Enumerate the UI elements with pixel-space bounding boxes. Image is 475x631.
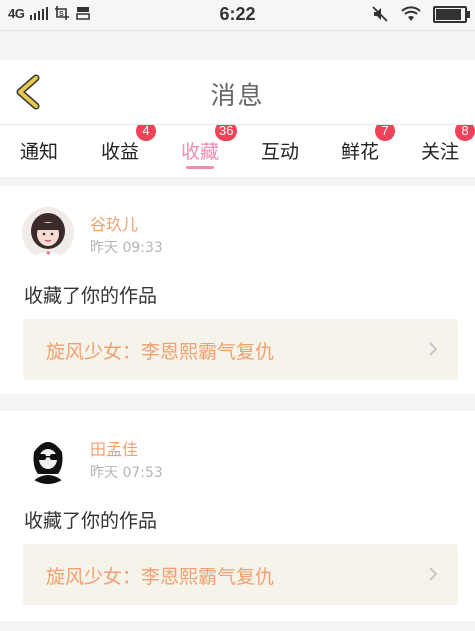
chevron-right-icon [429,342,438,356]
tab-label: 收益 [101,141,140,163]
message-card: 田孟佳 昨天 07:53 收藏了你的作品 旋风少女：李恩熙霸气复仇 [0,411,475,621]
unread-badge: 36 [215,125,238,141]
work-title: 旋风少女：李恩熙霸气复仇 [46,566,275,588]
avatar[interactable]: ♥ [22,207,74,259]
tab-label: 关注 [421,141,460,163]
tab-label: 收藏 [181,141,220,163]
battery-icon [433,5,470,23]
timestamp: 昨天 09:33 [90,240,163,256]
username[interactable]: 田孟佳 [90,436,138,460]
tab-label: 互动 [261,141,300,163]
unread-badge: 8 [455,125,475,141]
tab-label: 通知 [20,141,59,163]
chevron-right-icon [429,567,438,581]
unread-badge: 4 [136,125,156,141]
active-tab-indicator [186,166,214,169]
tab-interactions[interactable]: 互动 [261,125,321,177]
action-text: 收藏了你的作品 [24,510,158,532]
tab-follows[interactable]: 关注 8 [421,125,475,177]
tab-flowers[interactable]: 鲜花 7 [341,125,421,177]
work-title: 旋风少女：李恩熙霸气复仇 [46,341,275,363]
timestamp: 昨天 07:53 [90,465,163,481]
user-avatar-image [22,432,74,484]
message-card: ♥ 谷玖儿 昨天 09:33 收藏了你的作品 旋风少女：李恩熙霸气复仇 [0,186,475,394]
tab-favorites[interactable]: 收藏 36 [181,125,261,177]
mute-icon [372,6,388,22]
svg-text:♥: ♥ [46,251,51,257]
status-bar: 4G S 6:22 [0,0,475,31]
work-link[interactable]: 旋风少女：李恩熙霸气复仇 [23,319,458,380]
username[interactable]: 谷玖儿 [90,211,138,235]
header-bar: 消息 [0,60,475,124]
tab-bar: 通知 收益 4 收藏 36 互动 鲜花 7 关注 8 [0,124,475,177]
work-link[interactable]: 旋风少女：李恩熙霸气复仇 [23,544,458,605]
wifi-icon [401,6,421,21]
unread-badge: 7 [375,125,395,141]
page-title: 消息 [210,81,265,110]
tab-earnings[interactable]: 收益 4 [101,125,181,177]
tab-label: 鲜花 [341,141,380,163]
tab-notifications[interactable]: 通知 [20,125,60,177]
action-text: 收藏了你的作品 [24,285,158,307]
status-right [371,5,470,23]
user-avatar-image: ♥ [22,207,74,259]
avatar[interactable] [22,432,74,484]
